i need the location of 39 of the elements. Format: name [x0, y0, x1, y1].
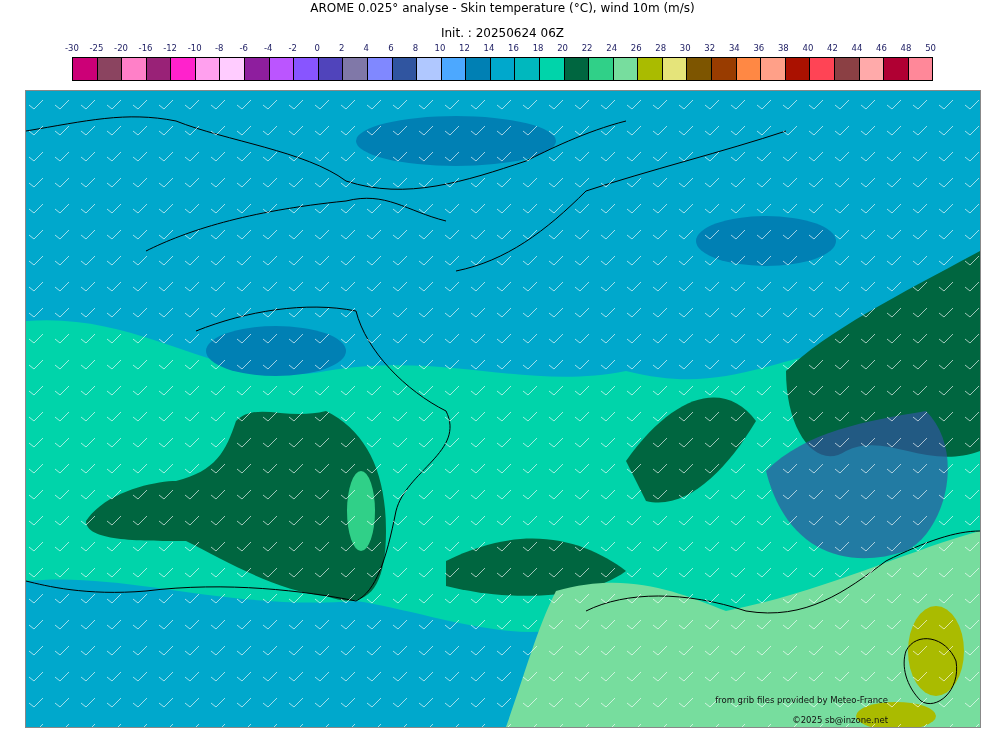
colorbar-tick-label: 26	[629, 43, 643, 55]
colorbar-tick-label: -12	[162, 43, 178, 55]
colorbar-tick-label: 30	[678, 43, 692, 55]
colorbar-tick-label: -4	[262, 43, 274, 55]
colorbar-tick-label: 46	[875, 43, 888, 55]
colorbar-tick-label: 28	[654, 43, 668, 55]
colorbar-tick-label: 14	[482, 43, 496, 55]
colorbar-tick-label: -2	[287, 43, 298, 55]
colorbar-tick-label: 12	[458, 43, 471, 55]
colorbar-tick-label: -10	[186, 43, 203, 55]
colorbar-tick-label: 10	[433, 43, 447, 55]
colorbar-tick-label: 36	[752, 43, 766, 55]
colorbar-tick-label: 22	[580, 43, 594, 55]
colorbar-tick-label: 32	[703, 43, 717, 55]
colorbar-tick-label: 34	[727, 43, 741, 55]
colorbar-tick-label: 40	[801, 43, 815, 55]
colorbar-tick-label: 8	[411, 43, 420, 55]
colorbar-tick-label: -8	[213, 43, 225, 55]
colorbar-tick-label: -30	[64, 43, 80, 55]
colorbar-tick-label: 24	[605, 43, 619, 55]
colorbar-tick-label: -16	[137, 43, 154, 55]
colorbar-tick-label: 38	[776, 43, 790, 55]
colorbar-tick-label: 44	[850, 43, 864, 55]
colorbar-tick-label: -20	[113, 43, 129, 55]
data-source-credit: from grib files provided by Meteo-France	[715, 695, 888, 705]
colorbar-tick-label: 0	[313, 43, 321, 55]
colorbar-tick-label: 16	[507, 43, 520, 55]
chart-title: AROME 0.025° analyse - Skin temperature (°C), wind 10m (m/s)	[309, 1, 696, 17]
colorbar-tick-label: 6	[387, 43, 395, 55]
chart-subtitle: Init. : 20250624 06Z	[439, 26, 566, 40]
colorbar-tick-label: 18	[531, 43, 545, 55]
colorbar-tick-label: 42	[826, 43, 839, 55]
colorbar-tick-label: 50	[924, 43, 937, 55]
colorbar-tick-label: 48	[899, 43, 913, 55]
colorbar-tick-label: 4	[362, 43, 371, 55]
colorbar-tick-label: 20	[556, 43, 569, 55]
colorbar-tick-label: -6	[238, 43, 249, 55]
colorbar-tick-label: 2	[338, 43, 346, 55]
colorbar-tick-label: -25	[88, 43, 105, 55]
